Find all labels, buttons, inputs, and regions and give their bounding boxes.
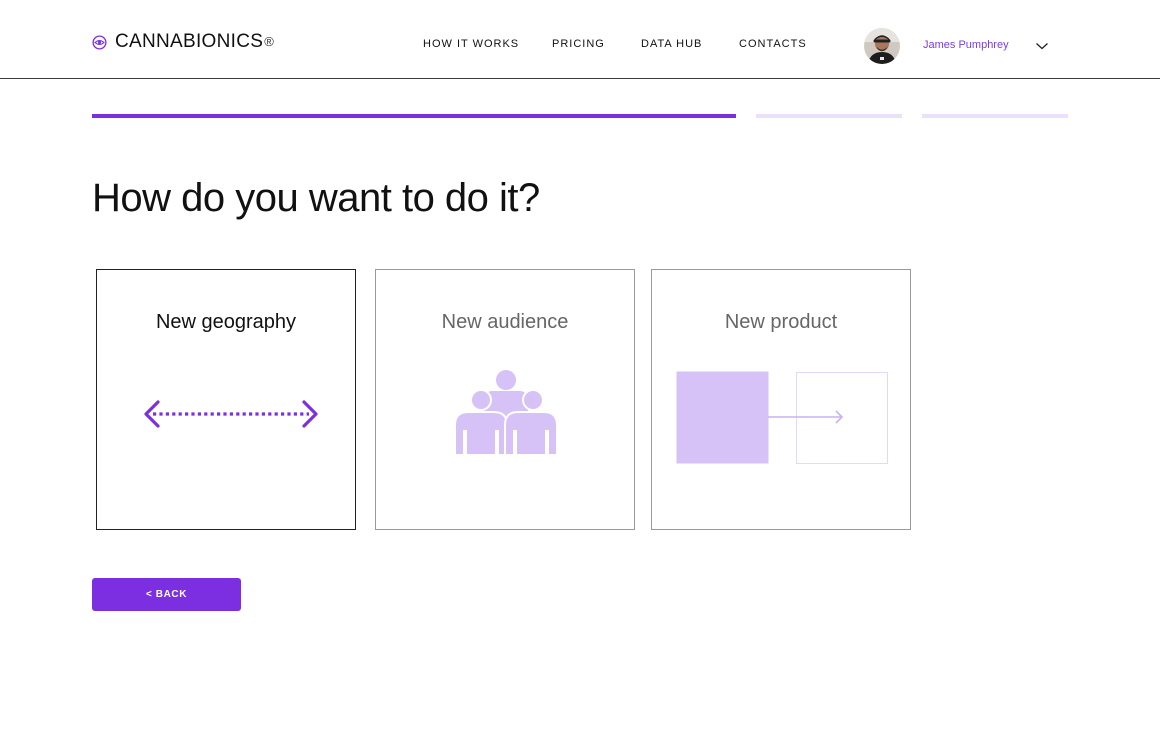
double-arrow-icon: [144, 400, 318, 428]
option-title: New audience: [441, 311, 569, 333]
people-group-icon: [454, 370, 558, 456]
chevron-down-icon[interactable]: [1035, 40, 1049, 52]
nav-pricing[interactable]: PRICING: [552, 38, 605, 50]
nav-data-hub[interactable]: DATA HUB: [641, 38, 702, 50]
nav-contacts[interactable]: CONTACTS: [739, 38, 807, 50]
user-name[interactable]: James Pumphrey: [923, 39, 1009, 51]
back-button[interactable]: < BACK: [92, 578, 241, 611]
page-question: How do you want to do it?: [92, 176, 540, 220]
progress-step-3: [922, 114, 1068, 118]
progress-step-1: [92, 114, 736, 118]
user-avatar[interactable]: [864, 28, 900, 64]
avatar-image: [864, 28, 900, 64]
option-card-new-product[interactable]: New product: [651, 269, 911, 530]
option-card-new-geography[interactable]: New geography: [96, 269, 356, 530]
product-arrow-icon: [676, 371, 888, 464]
registered-mark: ®: [264, 33, 274, 49]
progress-step-2: [756, 114, 902, 118]
top-navbar: CANNABIONICS ® HOW IT WORKS PRICING DATA …: [0, 0, 1160, 79]
brand-logo[interactable]: CANNABIONICS ®: [92, 31, 274, 53]
nav-how-it-works[interactable]: HOW IT WORKS: [423, 38, 519, 50]
eye-logo-icon: [92, 34, 107, 50]
brand-name: CANNABIONICS: [115, 31, 264, 52]
option-card-new-audience[interactable]: New audience: [375, 269, 635, 530]
option-title: New product: [724, 311, 838, 333]
option-title: New geography: [155, 311, 297, 333]
